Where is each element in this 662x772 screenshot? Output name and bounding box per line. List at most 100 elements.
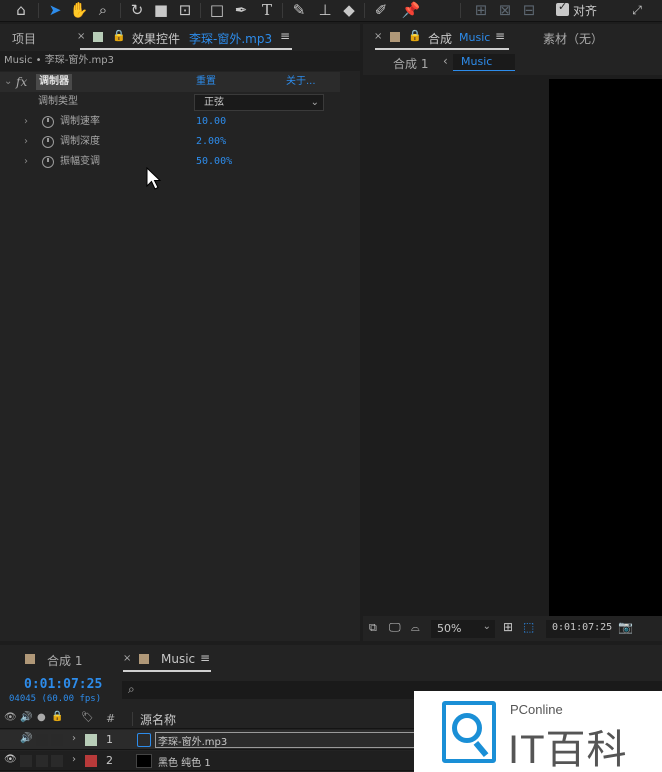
stopwatch-icon[interactable] [42,156,54,168]
label-tag-icon[interactable]: 🏷 [81,712,94,723]
lock-icon[interactable]: 🔒 [112,29,126,42]
lock-toggle[interactable] [51,755,63,767]
collapse-caret-icon[interactable]: ⌄ [4,72,12,92]
expand-caret-icon[interactable]: › [72,754,76,765]
effect-name[interactable]: 调制器 [36,74,72,90]
snapshot-icon[interactable]: 📷 [618,620,633,634]
zoom-icon[interactable]: ⌕ [92,0,114,20]
close-icon[interactable]: × [77,31,85,42]
tab-effect-file[interactable]: 李琛-窗外.mp3 [189,30,272,47]
zoom-value: 50% [437,622,462,635]
composition-panel: × 🔒 合成 Music ≡ 素材（无） 合成 1 ‹ Music ⧉ 🖵 ⌓ … [363,24,662,641]
expand-caret-icon[interactable]: › [24,112,28,132]
search-icon: ⌕ [128,682,135,696]
mask-icon[interactable]: ⌓ [411,621,420,635]
tab-composition[interactable]: 合成 [428,30,452,47]
home-icon[interactable]: ⌂ [10,0,32,20]
comp-breadcrumb-bar: 合成 1 ‹ Music [363,51,662,75]
about-link[interactable]: 关于... [286,72,316,92]
zoom-dropdown[interactable]: 50% ⌄ [431,620,495,638]
tab-project[interactable]: 项目 [12,30,36,47]
expand-icon[interactable]: ⤢ [626,0,648,20]
audio-icon[interactable]: 🔊 [20,712,32,723]
layer-label-color[interactable] [85,755,97,767]
panel-menu-icon[interactable]: ≡ [280,29,290,43]
expand-caret-icon[interactable]: › [24,152,28,172]
watermark-brand-top: PConline [510,702,563,717]
rotate-icon[interactable]: ↻ [126,0,148,20]
lock-icon[interactable]: 🔒 [51,711,63,722]
pen-icon[interactable]: ✒ [230,0,252,20]
stopwatch-icon[interactable] [42,136,54,148]
property-row-type: 调制类型 正弦 ⌄ [0,92,340,112]
effect-header-row[interactable]: ⌄ fx 调制器 重置 关于... [0,72,340,92]
rectangle-icon[interactable]: □ [206,0,228,20]
chevron-down-icon: ⌄ [310,97,319,108]
camera-icon[interactable]: ■ [150,0,172,20]
close-icon[interactable]: × [123,653,131,664]
comp-canvas[interactable] [549,79,662,616]
layer-number: 2 [106,754,113,767]
property-value[interactable]: 2.00% [196,132,226,152]
property-value[interactable]: 50.00% [196,152,232,172]
stopwatch-icon[interactable] [42,116,54,128]
panel-menu-icon[interactable]: ≡ [495,29,505,43]
solo-icon[interactable]: ● [37,712,46,723]
selection-icon[interactable]: ➤ [44,0,66,20]
clone-stamp-icon[interactable]: ⊥ [314,0,336,20]
monitor-icon[interactable]: 🖵 [389,620,401,635]
audio-icon[interactable]: 🔊 [20,733,32,744]
tab-comp-name[interactable]: Music [459,31,490,44]
roto-brush-icon[interactable]: ✐ [370,0,392,20]
layer-name[interactable]: 黑色 纯色 1 [158,754,211,769]
close-icon[interactable]: × [374,31,382,42]
audio-toggle[interactable] [20,755,32,767]
breadcrumb-parent[interactable]: 合成 1 [393,55,428,72]
comp-viewer[interactable] [363,75,662,616]
pan-behind-icon[interactable]: ⊡ [174,0,196,20]
brush-icon[interactable]: ✎ [288,0,310,20]
lock-icon[interactable]: 🔒 [408,29,422,42]
layer-label-color[interactable] [85,734,97,746]
snap-checkbox[interactable]: ✓ [556,0,569,16]
eraser-icon[interactable]: ◆ [338,0,360,20]
property-label: 调制速率 [60,116,100,127]
modulation-type-dropdown[interactable]: 正弦 ⌄ [194,94,324,111]
chevron-left-icon: ‹ [443,54,448,68]
tab-effect-controls[interactable]: 效果控件 [132,30,180,47]
region-icon[interactable]: ⊞ [503,620,513,634]
audio-file-icon [137,733,151,747]
eye-icon[interactable]: 👁 [4,754,17,765]
tab-footage[interactable]: 素材（无） [543,30,603,47]
pconline-watermark: PConline IT百科 [414,691,662,772]
current-time[interactable]: 0:01:07:25 [24,677,102,692]
comp-tab-bar: × 🔒 合成 Music ≡ 素材（无） [363,24,662,51]
timecode-field[interactable]: 0:01:07:25 [546,620,612,638]
transparency-grid-icon[interactable]: ⬚ [523,620,534,634]
lock-toggle[interactable] [51,734,63,746]
tab-music[interactable]: Music [161,652,195,666]
toolbar-divider [200,3,201,18]
always-preview-icon[interactable]: ⧉ [369,621,377,635]
expand-caret-icon[interactable]: › [24,132,28,152]
eye-icon[interactable]: 👁 [4,712,17,723]
solo-toggle[interactable] [36,755,48,767]
axis-local-icon[interactable]: ⊞ [470,0,492,20]
type-icon[interactable]: T [256,0,278,20]
fx-icon[interactable]: fx [16,72,27,92]
hand-icon[interactable]: ✋ [68,0,90,20]
column-divider [132,712,133,726]
breadcrumb-current[interactable]: Music [453,54,515,71]
axis-world-icon[interactable]: ⊠ [494,0,516,20]
panel-menu-icon[interactable]: ≡ [200,651,210,665]
column-source-name[interactable]: 源名称 [140,711,176,728]
layer-name-field[interactable]: 李琛-窗外.mp3 [155,732,415,748]
reset-link[interactable]: 重置 [196,72,216,92]
solo-toggle[interactable] [36,734,48,746]
tab-comp-1[interactable]: 合成 1 [47,652,82,669]
property-value[interactable]: 10.00 [196,112,226,132]
puppet-pin-icon[interactable]: 📌 [400,0,422,20]
expand-caret-icon[interactable]: › [72,733,76,744]
axis-view-icon[interactable]: ⊟ [518,0,540,20]
comp-swatch [139,654,149,664]
